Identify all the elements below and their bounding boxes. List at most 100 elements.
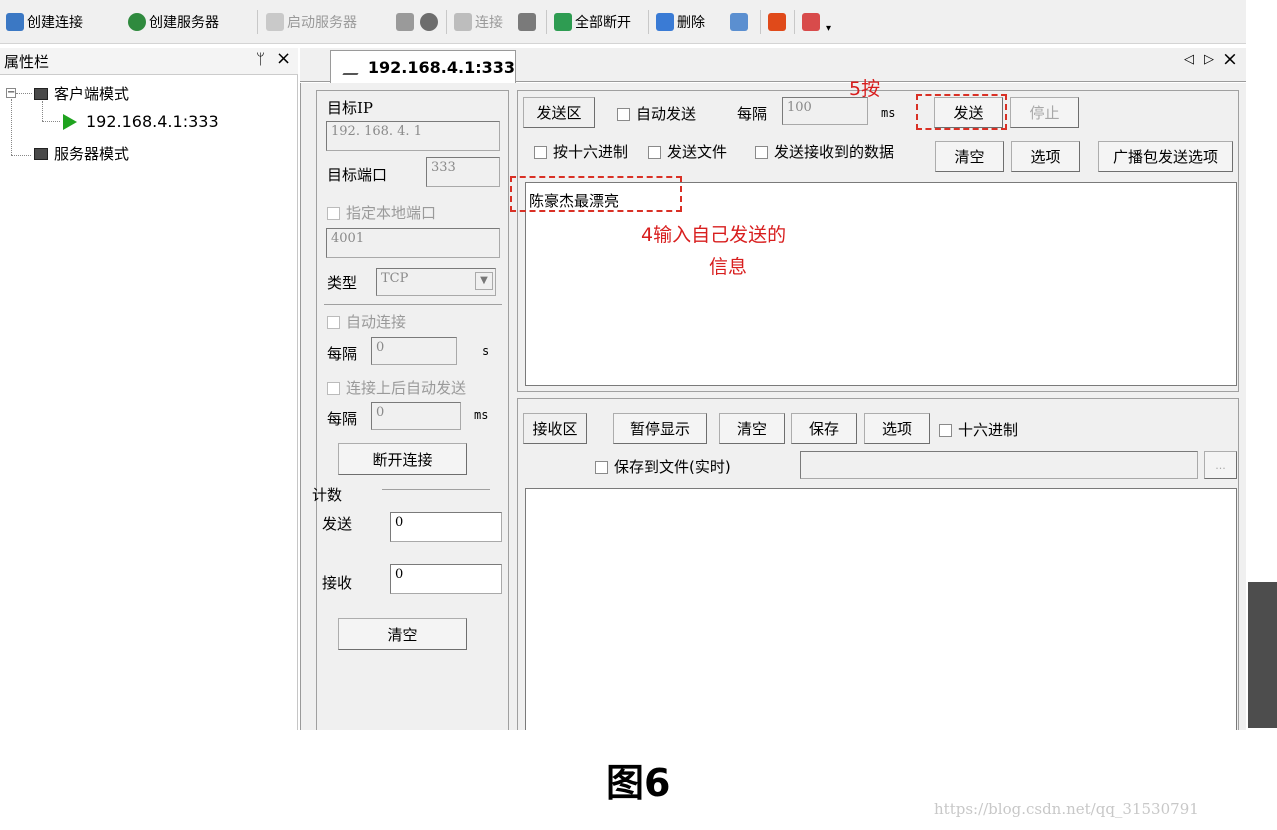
interval-label: 每隔 bbox=[327, 345, 358, 363]
start-server-icon bbox=[266, 13, 284, 31]
tab-prev-icon[interactable]: ◁ bbox=[1184, 52, 1194, 67]
save-button[interactable]: 保存 bbox=[791, 413, 857, 444]
target-ip-input[interactable]: 192. 168. 4. 1 bbox=[326, 121, 500, 151]
disconnect-button[interactable]: 断开连接 bbox=[338, 443, 467, 475]
tree-line bbox=[42, 101, 43, 121]
stop-circle-icon bbox=[420, 13, 438, 31]
checkbox-icon bbox=[595, 461, 608, 474]
send-textarea[interactable]: 陈豪杰最漂亮 bbox=[525, 182, 1237, 386]
broadcast-options-button[interactable]: 广播包发送选项 bbox=[1098, 141, 1233, 172]
save-file-path-input[interactable] bbox=[800, 451, 1198, 479]
help-button[interactable] bbox=[802, 10, 823, 34]
delete-icon bbox=[656, 13, 674, 31]
auto-send-after-connect-checkbox[interactable]: 连接上后自动发送 bbox=[327, 377, 466, 398]
tree-line bbox=[16, 93, 32, 94]
disconnect-all-icon bbox=[554, 13, 572, 31]
server-settings-button[interactable] bbox=[396, 10, 417, 34]
checkbox-icon bbox=[534, 146, 547, 159]
browse-button[interactable]: ... bbox=[1204, 451, 1237, 479]
checkbox-icon bbox=[648, 146, 661, 159]
send-interval-label: 每隔 bbox=[737, 105, 768, 123]
pause-display-button[interactable]: 暂停显示 bbox=[613, 413, 707, 444]
tree-line bbox=[11, 155, 31, 156]
interval-label: 每隔 bbox=[327, 410, 358, 428]
sidebar-close-icon[interactable]: × bbox=[276, 48, 291, 69]
local-port-input[interactable]: 4001 bbox=[326, 228, 500, 258]
collapse-icon[interactable]: − bbox=[6, 88, 16, 98]
tree-line bbox=[11, 99, 12, 155]
receive-hex-checkbox[interactable]: 十六进制 bbox=[939, 419, 1018, 440]
tab-close-icon[interactable]: × bbox=[1222, 48, 1238, 70]
target-port-label: 目标端口 bbox=[327, 166, 388, 184]
toolbar-divider bbox=[794, 10, 795, 34]
toolbar-divider bbox=[257, 10, 258, 34]
auto-connect-checkbox[interactable]: 自动连接 bbox=[327, 311, 406, 332]
send-count-label: 发送 bbox=[322, 515, 353, 533]
recv-count-field: 0 bbox=[390, 564, 502, 594]
create-server-button[interactable]: 创建服务器 bbox=[128, 10, 219, 34]
tab-connection[interactable]: 192.168.4.1:333 bbox=[330, 50, 516, 83]
target-port-input[interactable]: 333 bbox=[426, 157, 500, 187]
divider bbox=[324, 304, 502, 305]
toolbar: 创建连接 创建服务器 启动服务器 连接 全部断开 删除 ▾ bbox=[0, 0, 1246, 44]
exit-button[interactable] bbox=[768, 10, 789, 34]
delete-all-icon bbox=[730, 13, 748, 31]
send-count-field: 0 bbox=[390, 512, 502, 542]
create-connection-button[interactable]: 创建连接 bbox=[6, 10, 83, 34]
reconnect-interval-input[interactable]: 0 bbox=[371, 337, 457, 365]
computer-icon bbox=[34, 87, 48, 100]
type-select[interactable]: TCP ▼ bbox=[376, 268, 496, 296]
tree-item-connection[interactable]: 192.168.4.1:333 bbox=[62, 112, 219, 131]
save-to-file-checkbox[interactable]: 保存到文件(实时) bbox=[595, 456, 731, 477]
recv-count-label: 接收 bbox=[322, 574, 353, 592]
checkbox-icon bbox=[327, 207, 340, 220]
disconnect-all-button[interactable]: 全部断开 bbox=[554, 10, 631, 34]
type-label: 类型 bbox=[327, 274, 358, 292]
receive-options-button[interactable]: 选项 bbox=[864, 413, 930, 444]
counter-title: 计数 bbox=[312, 486, 343, 504]
send-options-button[interactable]: 选项 bbox=[1011, 141, 1080, 172]
chevron-down-icon[interactable]: ▼ bbox=[475, 272, 493, 290]
send-interval-input[interactable]: 100 bbox=[782, 97, 868, 125]
tree-item-client-mode[interactable]: 客户端模式 bbox=[34, 83, 129, 104]
delete-all-button[interactable] bbox=[730, 10, 751, 34]
computer-icon bbox=[34, 147, 48, 160]
help-icon bbox=[802, 13, 820, 31]
checkbox-icon bbox=[939, 424, 952, 437]
start-server-button[interactable]: 启动服务器 bbox=[266, 10, 357, 34]
toolbar-overflow-icon[interactable]: ▾ bbox=[826, 16, 831, 40]
connect-button[interactable]: 连接 bbox=[454, 10, 503, 34]
receive-textarea[interactable] bbox=[525, 488, 1237, 730]
play-icon bbox=[63, 113, 77, 130]
tree-item-server-mode[interactable]: 服务器模式 bbox=[34, 143, 129, 164]
send-interval-unit: ms bbox=[881, 106, 896, 120]
toolbar-divider bbox=[648, 10, 649, 34]
send-hex-checkbox[interactable]: 按十六进制 bbox=[534, 141, 628, 162]
stop-send-button[interactable]: 停止 bbox=[1010, 97, 1079, 128]
checkbox-icon bbox=[617, 108, 630, 121]
sidebar-header: 属性栏 ᛘ × bbox=[0, 48, 298, 75]
disconnect-button[interactable] bbox=[518, 10, 539, 34]
annotation-step5: 5按 bbox=[849, 78, 881, 100]
auto-send-interval-input[interactable]: 0 bbox=[371, 402, 461, 430]
local-port-checkbox[interactable]: 指定本地端口 bbox=[327, 202, 436, 223]
unit-ms-label: ms bbox=[474, 408, 489, 422]
tab-next-icon[interactable]: ▷ bbox=[1204, 52, 1214, 67]
stop-button[interactable] bbox=[420, 10, 441, 34]
counter-clear-button[interactable]: 清空 bbox=[338, 618, 467, 650]
delete-button[interactable]: 删除 bbox=[656, 10, 705, 34]
send-file-checkbox[interactable]: 发送文件 bbox=[648, 141, 727, 162]
send-button-highlight bbox=[916, 94, 1007, 130]
connect-icon bbox=[454, 13, 472, 31]
input-highlight bbox=[510, 176, 682, 212]
send-received-checkbox[interactable]: 发送接收到的数据 bbox=[755, 141, 894, 162]
annotation-step4-line2: 信息 bbox=[709, 256, 748, 278]
auto-send-checkbox[interactable]: 自动发送 bbox=[617, 103, 696, 124]
create-server-icon bbox=[128, 13, 146, 31]
toolbar-divider bbox=[446, 10, 447, 34]
send-clear-button[interactable]: 清空 bbox=[935, 141, 1004, 172]
sidebar-title: 属性栏 bbox=[4, 53, 50, 71]
pin-icon[interactable]: ᛘ bbox=[256, 50, 265, 68]
receive-clear-button[interactable]: 清空 bbox=[719, 413, 785, 444]
power-icon bbox=[768, 13, 786, 31]
